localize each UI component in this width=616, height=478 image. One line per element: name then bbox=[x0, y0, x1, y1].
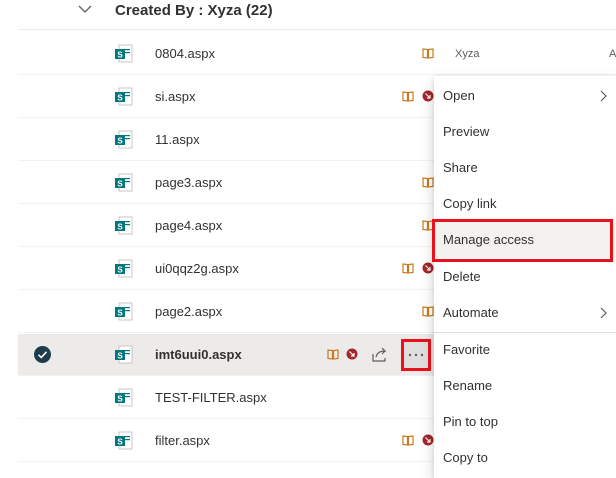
svg-text:S: S bbox=[117, 438, 123, 447]
svg-text:S: S bbox=[117, 223, 123, 232]
menu-item-delete[interactable]: Delete bbox=[434, 259, 616, 295]
file-name[interactable]: imt6uui0.aspx bbox=[155, 346, 242, 364]
blocked-icon bbox=[422, 262, 434, 274]
menu-item-automate[interactable]: Automate bbox=[434, 295, 616, 331]
blocked-icon bbox=[422, 90, 434, 102]
document-library: Created By : Xyza (22) S 0804.aspx Xyza … bbox=[0, 0, 616, 478]
more-options-button[interactable] bbox=[401, 339, 431, 371]
menu-item-label: Delete bbox=[443, 269, 481, 284]
menu-item-share[interactable]: Share bbox=[434, 150, 616, 186]
menu-item-favorite[interactable]: Favorite bbox=[434, 332, 616, 368]
chevron-down-icon[interactable] bbox=[77, 1, 93, 17]
sharepoint-page-icon: S bbox=[115, 431, 133, 450]
menu-item-manage-access[interactable]: Manage access bbox=[434, 222, 616, 258]
book-icon bbox=[422, 48, 434, 59]
file-name[interactable]: filter.aspx bbox=[155, 432, 210, 450]
header-divider bbox=[18, 29, 616, 30]
checkmark-icon[interactable] bbox=[34, 346, 51, 363]
menu-item-open[interactable]: Open bbox=[434, 78, 616, 114]
sharepoint-page-icon: S bbox=[115, 87, 133, 106]
sharepoint-page-icon: S bbox=[115, 345, 133, 364]
file-name[interactable]: 11.aspx bbox=[155, 131, 200, 149]
menu-item-label: Copy to bbox=[443, 450, 488, 465]
file-name[interactable]: si.aspx bbox=[155, 88, 195, 106]
menu-item-label: Open bbox=[443, 88, 475, 103]
context-menu: Open Preview Share Copy link Manage acce… bbox=[434, 76, 616, 478]
file-name[interactable]: page2.aspx bbox=[155, 303, 222, 321]
menu-item-label: Favorite bbox=[443, 342, 490, 357]
column-value: Au bbox=[609, 48, 616, 60]
book-icon bbox=[422, 177, 434, 188]
sharepoint-page-icon: S bbox=[115, 259, 133, 278]
svg-text:S: S bbox=[117, 395, 123, 404]
chevron-right-icon bbox=[600, 90, 607, 102]
book-icon bbox=[422, 306, 434, 317]
svg-text:S: S bbox=[117, 352, 123, 361]
sharepoint-page-icon: S bbox=[115, 44, 133, 63]
menu-item-label: Copy link bbox=[443, 196, 497, 211]
svg-text:S: S bbox=[117, 94, 123, 103]
svg-text:S: S bbox=[117, 266, 123, 275]
menu-item-label: Pin to top bbox=[443, 414, 498, 429]
book-icon bbox=[327, 349, 339, 360]
menu-item-preview[interactable]: Preview bbox=[434, 114, 616, 150]
menu-item-label: Preview bbox=[443, 124, 490, 139]
menu-item-copy-link[interactable]: Copy link bbox=[434, 186, 616, 222]
blocked-icon bbox=[422, 434, 434, 446]
menu-item-label: Share bbox=[443, 160, 478, 175]
svg-text:S: S bbox=[117, 137, 123, 146]
group-title: Created By : Xyza (22) bbox=[115, 2, 273, 19]
table-row[interactable]: S 0804.aspx Xyza Au bbox=[18, 33, 616, 75]
share-icon[interactable] bbox=[371, 346, 389, 364]
sharepoint-page-icon: S bbox=[115, 173, 133, 192]
blocked-icon bbox=[346, 348, 358, 360]
sharepoint-page-icon: S bbox=[115, 216, 133, 235]
menu-item-label: Manage access bbox=[443, 232, 535, 247]
book-icon bbox=[402, 91, 414, 102]
menu-item-label: Automate bbox=[443, 305, 499, 320]
sharepoint-page-icon: S bbox=[115, 302, 133, 321]
svg-text:S: S bbox=[117, 51, 123, 60]
modified-by: Xyza bbox=[455, 48, 480, 60]
svg-text:S: S bbox=[117, 309, 123, 318]
file-name[interactable]: 0804.aspx bbox=[155, 45, 215, 63]
sharepoint-page-icon: S bbox=[115, 130, 133, 149]
file-name[interactable]: ui0qqz2g.aspx bbox=[155, 260, 239, 278]
group-header[interactable]: Created By : Xyza (22) bbox=[0, 0, 616, 22]
menu-item-label: Rename bbox=[443, 378, 493, 393]
menu-item-rename[interactable]: Rename bbox=[434, 368, 616, 404]
book-icon bbox=[402, 263, 414, 274]
svg-text:S: S bbox=[117, 180, 123, 189]
book-icon bbox=[422, 220, 434, 231]
menu-item-pin-to-top[interactable]: Pin to top bbox=[434, 404, 616, 440]
file-name[interactable]: page4.aspx bbox=[155, 217, 222, 235]
sharepoint-page-icon: S bbox=[115, 388, 133, 407]
chevron-right-icon bbox=[600, 307, 607, 319]
more-options-icon[interactable] bbox=[407, 352, 425, 358]
menu-item-copy-to[interactable]: Copy to bbox=[434, 440, 616, 476]
book-icon bbox=[402, 435, 414, 446]
file-name[interactable]: TEST-FILTER.aspx bbox=[155, 389, 267, 407]
file-name[interactable]: page3.aspx bbox=[155, 174, 222, 192]
